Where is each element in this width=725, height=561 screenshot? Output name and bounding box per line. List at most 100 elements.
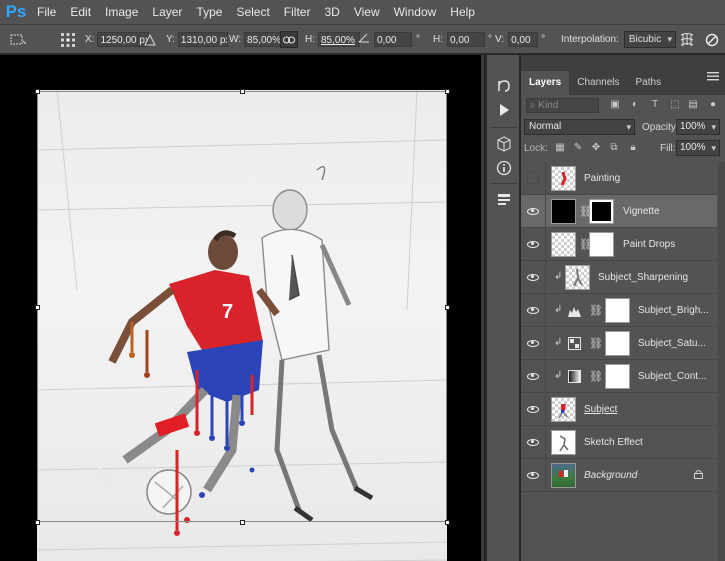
tab-layers[interactable]: Layers [521, 71, 570, 95]
visibility-off-icon[interactable] [525, 170, 541, 186]
rotate-icon [358, 33, 370, 46]
transform-handle-bottom-left[interactable] [35, 520, 40, 525]
layer-subject-sharpening[interactable]: ↲ Subject_Sharpening [521, 261, 717, 294]
transform-handle-top[interactable] [240, 89, 245, 94]
interpolation-dropdown[interactable]: Bicubic [623, 31, 677, 48]
layer-paint-drops[interactable]: ⛓ Paint Drops [521, 228, 717, 261]
menu-window[interactable]: Window [387, 5, 444, 19]
free-transform-bounding-box[interactable] [37, 91, 447, 522]
filter-pixel-icon[interactable]: ▣ [609, 99, 621, 111]
layer-name: Sketch Effect [584, 437, 643, 448]
layer-background[interactable]: Background [521, 459, 717, 492]
cancel-transform-icon[interactable] [705, 25, 719, 54]
layer-sketch-effect[interactable]: Sketch Effect [521, 426, 717, 459]
lock-row: Lock: ▦ ✎ ✥ ⧉ 🔒︎ Fill: 100% [521, 139, 725, 159]
menu-select[interactable]: Select [229, 5, 276, 19]
vertical-skew-field[interactable]: 0,00 [508, 32, 539, 47]
eye-icon[interactable] [525, 236, 541, 252]
link-icon[interactable] [280, 25, 298, 54]
canvas-scrollbar[interactable] [481, 55, 484, 561]
menu-3d[interactable]: 3D [317, 5, 346, 19]
properties-icon[interactable] [495, 191, 513, 209]
3d-icon[interactable] [495, 135, 513, 153]
mask-link-icon[interactable]: ⛓ [589, 370, 603, 383]
filter-smart-object-icon[interactable]: ▤ [687, 99, 699, 111]
menu-layer[interactable]: Layer [145, 5, 189, 19]
layer-subject-contrast[interactable]: ↲ ⛓ Subject_Cont... [521, 360, 717, 393]
angle-unit: ° [416, 34, 420, 45]
lock-all-icon[interactable]: 🔒︎ [627, 142, 639, 154]
opacity-field[interactable]: 100% [676, 119, 720, 135]
height-field[interactable]: 85,00% [318, 32, 360, 47]
layer-mask-thumbnail[interactable] [605, 364, 630, 389]
eye-icon[interactable] [525, 401, 541, 417]
layer-vignette[interactable]: ⛓ Vignette [521, 195, 717, 228]
panel-tabs: Layers Channels Paths [521, 55, 725, 95]
layer-mask-thumbnail[interactable] [589, 232, 614, 257]
layer-painting[interactable]: Painting [521, 162, 717, 195]
eye-icon[interactable] [525, 335, 541, 351]
layers-scrollbar[interactable] [718, 162, 725, 561]
eye-icon[interactable] [525, 269, 541, 285]
actions-play-icon[interactable] [495, 101, 513, 119]
tab-channels[interactable]: Channels [569, 71, 627, 95]
eye-icon[interactable] [525, 368, 541, 384]
lock-position-icon[interactable]: ✥ [590, 142, 602, 154]
transform-handle-bottom[interactable] [240, 520, 245, 525]
tab-paths[interactable]: Paths [628, 71, 670, 95]
menu-edit[interactable]: Edit [63, 5, 98, 19]
mask-link-icon[interactable]: ⛓ [589, 337, 603, 350]
lock-artboard-icon[interactable]: ⧉ [608, 142, 620, 154]
eye-icon[interactable] [525, 203, 541, 219]
mask-link-icon[interactable]: ⛓ [589, 304, 603, 317]
transform-handle-bottom-right[interactable] [445, 520, 450, 525]
layer-mask-thumbnail[interactable] [605, 298, 630, 323]
x-position-field[interactable]: 1250,00 px [97, 32, 150, 47]
transform-handle-top-right[interactable] [445, 89, 450, 94]
layer-name: Subject_Cont... [638, 371, 707, 382]
layer-subject-saturation[interactable]: ↲ ⛓ Subject_Satu... [521, 327, 717, 360]
warp-mode-icon[interactable] [679, 25, 695, 54]
y-position-field[interactable]: 1310,00 px [177, 32, 228, 47]
document-canvas[interactable]: 7 [0, 55, 484, 561]
history-icon[interactable] [495, 77, 513, 95]
layer-subject-brightness[interactable]: ↲ ⛓ Subject_Brigh... [521, 294, 717, 327]
reference-point-icon[interactable] [60, 25, 76, 54]
menu-filter[interactable]: Filter [277, 5, 318, 19]
transform-handle-left[interactable] [35, 305, 40, 310]
clipping-mask-arrow-icon: ↲ [554, 271, 563, 282]
layer-mask-thumbnail[interactable] [605, 331, 630, 356]
panel-menu-icon[interactable] [707, 71, 719, 84]
layer-mask-thumbnail[interactable] [589, 199, 614, 224]
eye-icon[interactable] [525, 467, 541, 483]
layer-subject[interactable]: Subject [521, 393, 717, 426]
menu-file[interactable]: File [30, 5, 63, 19]
layer-name: Subject_Satu... [638, 338, 706, 349]
menu-image[interactable]: Image [98, 5, 145, 19]
filter-adjustment-icon[interactable]: ◐ [629, 99, 641, 111]
menu-view[interactable]: View [347, 5, 387, 19]
eye-icon[interactable] [525, 434, 541, 450]
info-icon[interactable] [495, 159, 513, 177]
filter-shape-icon[interactable]: ⬚ [669, 99, 681, 111]
filter-kind-dropdown[interactable]: ⌕ Kind [526, 98, 599, 113]
tool-preset-icon[interactable] [8, 25, 28, 54]
blend-mode-dropdown[interactable]: Normal [524, 119, 635, 135]
lock-transparent-icon[interactable]: ▦ [554, 142, 566, 154]
relative-position-icon[interactable] [144, 25, 156, 54]
transform-handle-top-left[interactable] [35, 89, 40, 94]
layer-name: Background [584, 470, 638, 481]
lock-pixels-icon[interactable]: ✎ [572, 142, 584, 154]
eye-icon[interactable] [525, 302, 541, 318]
layer-name: Subject [584, 404, 618, 415]
blend-row: Normal Opacity: 100% [521, 118, 725, 138]
filter-toggle-icon[interactable]: ● [707, 99, 719, 111]
fill-field[interactable]: 100% [676, 140, 720, 156]
transform-handle-right[interactable] [445, 305, 450, 310]
menu-type[interactable]: Type [189, 5, 229, 19]
rotate-angle-field[interactable]: 0,00 [374, 32, 412, 47]
filter-type-icon[interactable]: T [649, 99, 661, 111]
menu-help[interactable]: Help [443, 5, 482, 19]
levels-icon [568, 307, 581, 317]
horizontal-skew-field[interactable]: 0,00 [447, 32, 485, 47]
